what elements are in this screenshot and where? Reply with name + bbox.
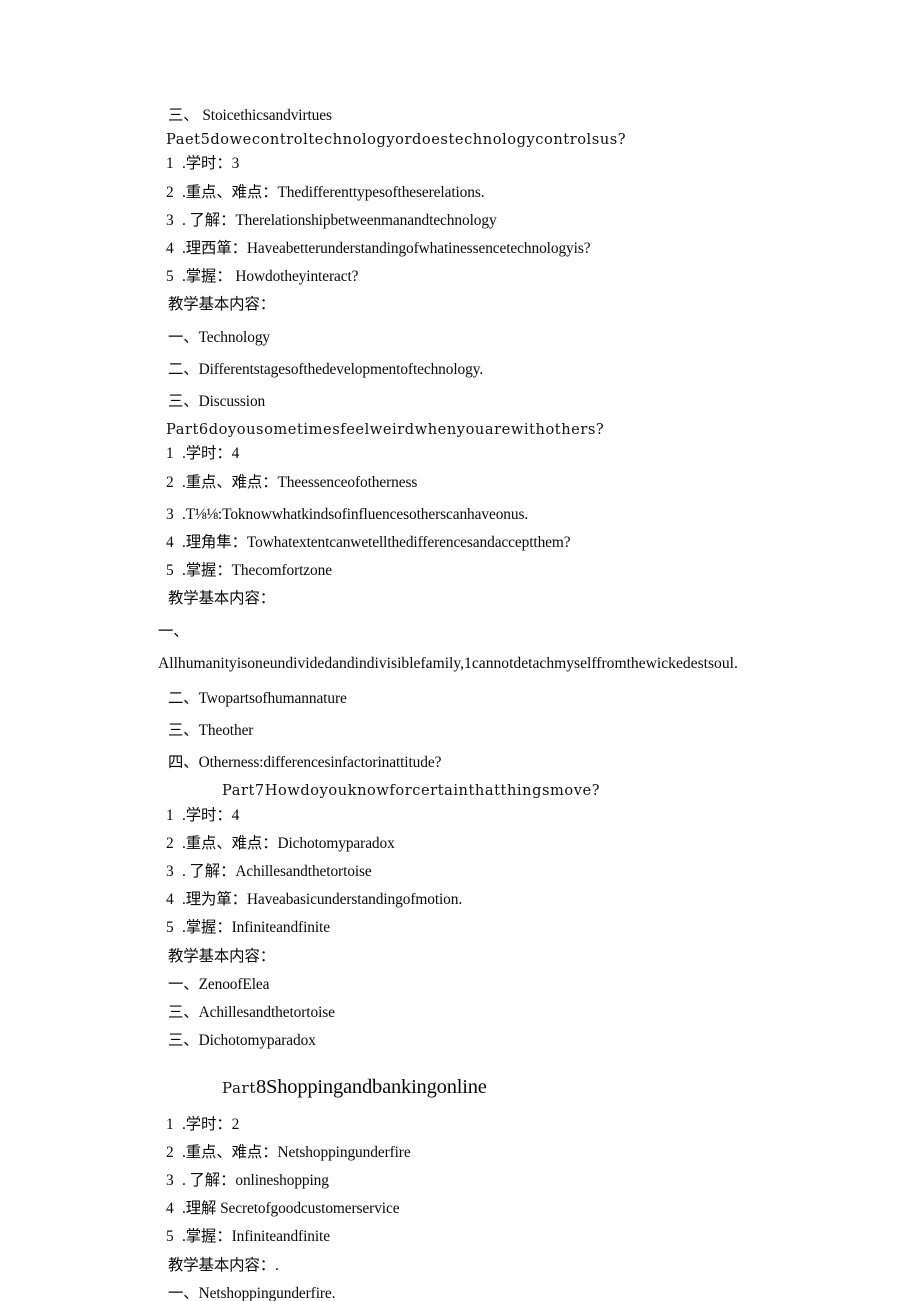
part6-content-label: 教学基本内容： bbox=[168, 590, 276, 608]
part8-item-2-number: 2 bbox=[166, 1143, 174, 1161]
part5-content-item-3: 三、Discussion bbox=[168, 393, 266, 411]
part7-content-item-1: 一、ZenoofElea bbox=[168, 975, 270, 993]
part5-item-3: 3 . 了解：Therelationshipbetweenmanandtechno… bbox=[0, 209, 920, 233]
part5-item-2-number: 2 bbox=[166, 183, 174, 201]
part5-item-2-text: .重点、难点：Thedifferenttypesoftheserelations… bbox=[182, 183, 485, 201]
part6-item-1: 1 .学时：4 bbox=[0, 442, 920, 466]
part8-item-4-number: 4 bbox=[166, 1200, 174, 1218]
part6-item-4-number: 4 bbox=[166, 534, 174, 552]
part7-item-4-number: 4 bbox=[166, 891, 174, 909]
part6-item-4-text: .理角隼：Towhatextentcanwetellthedifferences… bbox=[182, 534, 571, 552]
part8-heading: Part8Shoppingandbankingonline bbox=[0, 1076, 920, 1099]
part6-content-paragraph: Allhumanityisoneundividedandindivisiblef… bbox=[158, 654, 738, 672]
part5-item-2: 2 .重点、难点：Thedifferenttypesoftheserelation… bbox=[0, 181, 920, 205]
part8-item-1: 1 .学时：2 bbox=[0, 1113, 920, 1137]
part7-item-1: 1 .学时：4 bbox=[0, 804, 920, 828]
part7-item-3: 3 . 了解：Achillesandthetortoise bbox=[0, 860, 920, 884]
part7-title-line: Part7Howdoyouknowforcertainthatthingsmov… bbox=[222, 782, 601, 800]
section-outline-heading-stoic: 三、 Stoicethicsandvirtues bbox=[168, 107, 332, 124]
document-page: 三、 Stoicethicsandvirtues Paet5dowecontro… bbox=[0, 0, 920, 1301]
part7-item-3-text: . 了解：Achillesandthetortoise bbox=[182, 863, 372, 881]
part7-item-1-text: .学时：4 bbox=[182, 806, 240, 824]
part7-item-2-text: .重点、难点：Dichotomyparadox bbox=[182, 834, 395, 852]
part6-item-3-text: .T⅛⅛:Toknowwhatkindsofinfluencesothersca… bbox=[182, 505, 529, 523]
part6-content-item-4: 四、Otherness:differencesinfactorinattitud… bbox=[168, 754, 442, 772]
part5-title-line: Paet5dowecontroltechnologyordoestechnolo… bbox=[166, 131, 627, 149]
part5-item-3-number: 3 bbox=[166, 211, 174, 229]
part5-content-item-2: 二、Differentstagesofthedevelopmentoftechn… bbox=[168, 360, 484, 378]
part7-item-2-number: 2 bbox=[166, 834, 174, 852]
part8-item-5-text: .掌握：Infiniteandfinite bbox=[182, 1228, 330, 1246]
part5-content-label: 教学基本内容： bbox=[168, 296, 276, 314]
part6-item-2-number: 2 bbox=[166, 473, 174, 491]
part8-content-item-1: 一、Netshoppingunderfire. bbox=[168, 1284, 336, 1301]
part5-item-4-text: .理西箪：Haveabetterunderstandingofwhatiness… bbox=[182, 240, 591, 258]
part7-item-5-text: .掌握：Infiniteandfinite bbox=[182, 919, 330, 937]
part6-item-2-text: .重点、难点：Theessenceofotherness bbox=[182, 473, 418, 491]
part6-item-3: 3 .T⅛⅛:Toknowwhatkindsofinfluencesothersc… bbox=[0, 503, 920, 527]
part5-item-1-number: 1 bbox=[166, 155, 174, 173]
part5-item-3-text: . 了解：Therelationshipbetweenmanandtechnol… bbox=[182, 211, 497, 229]
part5-item-5: 5 .掌握： Howdotheyinteract? bbox=[0, 265, 920, 289]
part8-item-1-text: .学时：2 bbox=[182, 1115, 240, 1133]
part7-item-3-number: 3 bbox=[166, 863, 174, 881]
part7-item-5-number: 5 bbox=[166, 919, 174, 937]
part6-content-marker-one: 一、 bbox=[158, 622, 189, 640]
part5-item-4: 4 .理西箪：Haveabetterunderstandingofwhatines… bbox=[0, 237, 920, 261]
part6-item-5-text: .掌握：Thecomfortzone bbox=[182, 562, 332, 580]
part6-item-2: 2 .重点、难点：Theessenceofotherness bbox=[0, 471, 920, 495]
part8-item-4: 4 .理解 Secretofgoodcustomerservice bbox=[0, 1197, 920, 1221]
part8-item-1-number: 1 bbox=[166, 1115, 174, 1133]
part6-content-item-3: 三、Theother bbox=[168, 722, 254, 740]
part7-item-1-number: 1 bbox=[166, 806, 174, 824]
part5-content-item-1: 一、Technology bbox=[168, 328, 271, 346]
document-text-body: 三、 Stoicethicsandvirtues Paet5dowecontro… bbox=[0, 104, 920, 1301]
part8-item-3: 3 . 了解：onlineshopping bbox=[0, 1169, 920, 1193]
part6-item-5: 5 .掌握：Thecomfortzone bbox=[0, 559, 920, 583]
part8-item-2: 2 .重点、难点：Netshoppingunderfire bbox=[0, 1141, 920, 1165]
part6-item-1-number: 1 bbox=[166, 445, 174, 463]
part5-item-5-text: .掌握： Howdotheyinteract? bbox=[182, 268, 359, 286]
part7-item-4-text: .理为箪：Haveabasicunderstandingofmotion. bbox=[182, 891, 463, 909]
part7-item-2: 2 .重点、难点：Dichotomyparadox bbox=[0, 832, 920, 856]
part7-content-item-2: 三、Achillesandthetortoise bbox=[168, 1004, 335, 1022]
part6-item-5-number: 5 bbox=[166, 562, 174, 580]
part8-item-2-text: .重点、难点：Netshoppingunderfire bbox=[182, 1143, 411, 1161]
part7-content-item-3: 三、Dichotomyparadox bbox=[168, 1032, 316, 1050]
part8-item-3-text: . 了解：onlineshopping bbox=[182, 1171, 329, 1189]
part6-item-4: 4 .理角隼：Towhatextentcanwetellthedifference… bbox=[0, 531, 920, 555]
part7-content-label: 教学基本内容： bbox=[168, 947, 276, 965]
part5-item-1: 1 .学时：3 bbox=[0, 152, 920, 176]
part7-item-4: 4 .理为箪：Haveabasicunderstandingofmotion. bbox=[0, 888, 920, 912]
part5-item-5-number: 5 bbox=[166, 268, 174, 286]
part6-content-item-2: 二、Twopartsofhumannature bbox=[168, 689, 347, 707]
part6-item-1-text: .学时：4 bbox=[182, 445, 240, 463]
part8-content-label: 教学基本内容：. bbox=[168, 1256, 279, 1274]
part5-item-4-number: 4 bbox=[166, 240, 174, 258]
part8-item-3-number: 3 bbox=[166, 1171, 174, 1189]
part8-item-4-text: .理解 Secretofgoodcustomerservice bbox=[182, 1200, 400, 1218]
part6-item-3-number: 3 bbox=[166, 505, 174, 523]
part6-title-line: Part6doyousometimesfeelweirdwhenyouarewi… bbox=[166, 421, 605, 439]
part8-item-5: 5 .掌握：Infiniteandfinite bbox=[0, 1225, 920, 1249]
part5-item-1-text: .学时：3 bbox=[182, 155, 240, 173]
part7-item-5: 5 .掌握：Infiniteandfinite bbox=[0, 916, 920, 940]
part8-item-5-number: 5 bbox=[166, 1228, 174, 1246]
part8-heading-prefix: Part bbox=[222, 1078, 256, 1097]
part8-heading-text: 8Shoppingandbankingonline bbox=[255, 1075, 487, 1098]
